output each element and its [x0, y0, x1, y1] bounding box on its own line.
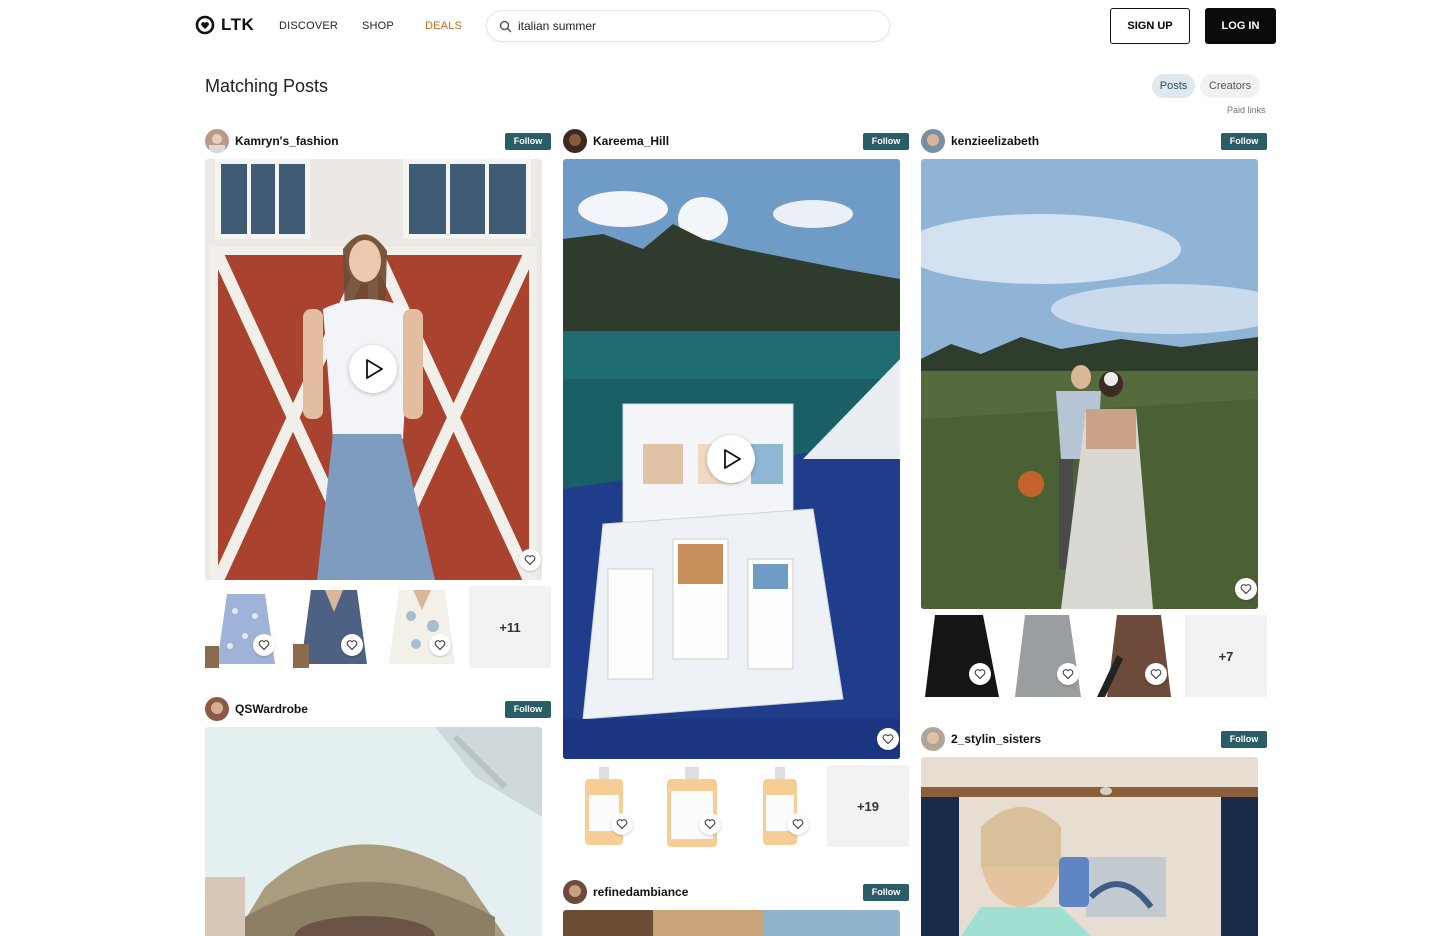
product-thumbnail[interactable] [739, 765, 821, 847]
heart-icon [882, 734, 894, 745]
heart-icon [792, 819, 804, 830]
logo-text: LTK [221, 15, 255, 34]
more-products-button[interactable]: +7 [1185, 615, 1267, 697]
avatar[interactable] [205, 129, 229, 153]
nav-shop[interactable]: SHOP [362, 20, 394, 32]
nav-deals[interactable]: DEALS [425, 20, 462, 32]
post-header: kenzieelizabeth Follow [921, 129, 1267, 153]
like-button[interactable] [787, 813, 809, 835]
page-title: Matching Posts [205, 76, 329, 96]
heart-icon [974, 669, 986, 680]
like-button[interactable] [877, 728, 899, 750]
product-thumbnail[interactable] [1009, 615, 1091, 697]
ltk-logo[interactable]: LTK [195, 15, 254, 35]
top-nav: LTK DISCOVER SHOP DEALS SIGN UP LOG IN [0, 0, 1430, 56]
follow-button[interactable]: Follow [505, 132, 551, 150]
username[interactable]: kenzieelizabeth [951, 134, 1039, 148]
like-button[interactable] [699, 813, 721, 835]
log-in-button[interactable]: LOG IN [1205, 8, 1276, 44]
product-thumbnail[interactable] [205, 586, 287, 668]
more-products-button[interactable]: +19 [827, 765, 909, 847]
post-header: QSWardrobe Follow [205, 697, 551, 721]
tab-posts[interactable]: Posts [1152, 74, 1195, 98]
product-thumbnail[interactable] [563, 765, 645, 847]
like-button[interactable] [969, 663, 991, 685]
product-thumbnail[interactable] [293, 586, 375, 668]
like-button[interactable] [253, 634, 275, 656]
play-icon [724, 449, 741, 469]
username[interactable]: QSWardrobe [235, 702, 308, 716]
search-bar[interactable] [486, 10, 890, 42]
product-thumbnail[interactable] [381, 586, 463, 668]
like-button[interactable] [1145, 663, 1167, 685]
heart-icon [1150, 669, 1162, 680]
play-icon [366, 359, 383, 379]
post-image[interactable] [921, 159, 1258, 609]
post-header: Kamryn's_fashion Follow [205, 129, 551, 153]
heart-icon [434, 640, 446, 651]
post-header: refinedambiance Follow [563, 880, 909, 904]
username[interactable]: 2_stylin_sisters [951, 732, 1041, 746]
sign-up-button[interactable]: SIGN UP [1110, 8, 1190, 44]
post-image[interactable] [205, 159, 542, 580]
paid-links-label: Paid links [1227, 105, 1266, 115]
like-button[interactable] [611, 813, 633, 835]
product-thumbnail[interactable] [651, 765, 733, 847]
username[interactable]: Kareema_Hill [593, 134, 669, 148]
nav-discover[interactable]: DISCOVER [279, 20, 338, 32]
search-input[interactable] [518, 19, 858, 33]
heart-icon [524, 555, 536, 566]
play-button[interactable] [707, 435, 755, 483]
avatar[interactable] [563, 880, 587, 904]
ltk-logo-icon [195, 15, 215, 35]
like-button[interactable] [1057, 663, 1079, 685]
heart-icon [704, 819, 716, 830]
avatar[interactable] [921, 727, 945, 751]
like-button[interactable] [1235, 578, 1257, 600]
post-header: Kareema_Hill Follow [563, 129, 909, 153]
avatar[interactable] [205, 697, 229, 721]
avatar[interactable] [563, 129, 587, 153]
heart-icon [1240, 584, 1252, 595]
follow-button[interactable]: Follow [863, 132, 909, 150]
more-products-button[interactable]: +11 [469, 586, 551, 668]
product-thumbnail[interactable] [1097, 615, 1179, 697]
like-button[interactable] [341, 634, 363, 656]
follow-button[interactable]: Follow [863, 883, 909, 901]
post-image[interactable] [563, 910, 900, 936]
heart-icon [616, 819, 628, 830]
post-image[interactable] [921, 757, 1258, 936]
follow-button[interactable]: Follow [1221, 730, 1267, 748]
heart-icon [1062, 669, 1074, 680]
heart-icon [346, 640, 358, 651]
follow-button[interactable]: Follow [505, 700, 551, 718]
product-thumbnail[interactable] [921, 615, 1003, 697]
username[interactable]: refinedambiance [593, 885, 688, 899]
post-image[interactable] [205, 727, 542, 936]
like-button[interactable] [429, 634, 451, 656]
username[interactable]: Kamryn's_fashion [235, 134, 339, 148]
play-button[interactable] [349, 345, 397, 393]
post-header: 2_stylin_sisters Follow [921, 727, 1267, 751]
search-icon [499, 20, 512, 32]
heart-icon [258, 640, 270, 651]
post-image[interactable] [563, 159, 900, 759]
like-button[interactable] [519, 549, 541, 571]
avatar[interactable] [921, 129, 945, 153]
follow-button[interactable]: Follow [1221, 132, 1267, 150]
tab-creators[interactable]: Creators [1200, 74, 1260, 98]
